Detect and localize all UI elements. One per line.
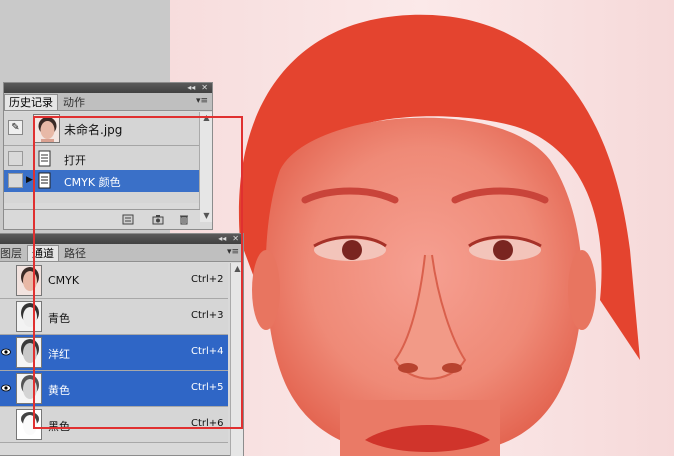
tab-history[interactable]: 历史记录 xyxy=(4,94,58,110)
history-scrollbar[interactable]: ▲ ▼ xyxy=(199,112,212,222)
tab-paths[interactable]: 路径 xyxy=(59,245,91,261)
channel-shortcut: Ctrl+2 xyxy=(191,274,224,285)
channel-thumbnail xyxy=(16,301,42,332)
history-state-label: 打开 xyxy=(64,154,86,167)
collapse-icon[interactable]: ◂◂ xyxy=(218,234,226,244)
history-state-checkbox[interactable] xyxy=(8,151,23,166)
close-icon[interactable]: ✕ xyxy=(232,234,239,244)
photoshop-window: ◂◂ ✕ 历史记录 动作 ▾≡ ✎ 未命名.jpg 打开 ▶ CMYK 颜色 ▲… xyxy=(0,0,674,456)
channel-shortcut: Ctrl+6 xyxy=(191,418,224,429)
close-icon[interactable]: ✕ xyxy=(201,83,208,93)
history-document-icon xyxy=(38,150,51,167)
channel-shortcut: Ctrl+5 xyxy=(191,382,224,393)
channel-name: 青色 xyxy=(48,312,70,325)
history-snapshot[interactable]: ✎ 未命名.jpg xyxy=(4,112,200,146)
scroll-down-icon[interactable]: ▼ xyxy=(200,210,213,222)
history-state-cmyk[interactable]: ▶ CMYK 颜色 xyxy=(4,170,200,192)
new-document-from-state-icon[interactable] xyxy=(122,214,134,225)
channels-list: CMYK Ctrl+2 青色 Ctrl+3 洋红 Ctrl+4 黄色 Ctrl+… xyxy=(0,263,228,456)
channel-row-yellow[interactable]: 黄色 Ctrl+5 xyxy=(0,371,228,407)
current-state-marker-icon: ▶ xyxy=(26,175,33,185)
channel-shortcut: Ctrl+3 xyxy=(191,310,224,321)
visibility-toggle[interactable] xyxy=(1,418,11,430)
eye-icon[interactable] xyxy=(1,382,11,394)
history-state-open[interactable]: 打开 xyxy=(4,148,200,170)
panel-menu-icon[interactable]: ▾≡ xyxy=(196,95,208,107)
channel-row-cyan[interactable]: 青色 Ctrl+3 xyxy=(0,299,228,335)
portrait-image xyxy=(238,14,640,456)
history-panel: ◂◂ ✕ 历史记录 动作 ▾≡ ✎ 未命名.jpg 打开 ▶ CMYK 颜色 ▲… xyxy=(3,82,213,230)
panel-menu-icon[interactable]: ▾≡ xyxy=(227,246,239,258)
scroll-up-icon[interactable]: ▲ xyxy=(200,112,213,124)
channel-shortcut: Ctrl+4 xyxy=(191,346,224,357)
panel-titlebar: ◂◂ ✕ xyxy=(4,83,212,93)
history-brush-source-icon[interactable]: ✎ xyxy=(8,120,23,135)
channel-name: 洋红 xyxy=(48,348,70,361)
snapshot-thumbnail xyxy=(33,114,60,143)
history-state-checkbox[interactable] xyxy=(8,173,23,188)
create-snapshot-icon[interactable] xyxy=(152,214,164,225)
channel-name: 黄色 xyxy=(48,384,70,397)
snapshot-name: 未命名.jpg xyxy=(64,123,123,137)
tab-channels[interactable]: 通道 xyxy=(27,245,59,261)
channels-tabbar: 图层 通道 路径 ▾≡ xyxy=(0,244,243,262)
visibility-toggle[interactable] xyxy=(1,274,11,286)
history-state-label: CMYK 颜色 xyxy=(64,176,121,189)
tab-actions[interactable]: 动作 xyxy=(58,94,90,110)
channel-row-black[interactable]: 黑色 Ctrl+6 xyxy=(0,407,228,443)
document-canvas[interactable] xyxy=(170,0,674,456)
channel-thumbnail xyxy=(16,265,42,296)
channel-thumbnail xyxy=(16,409,42,440)
channel-name: 黑色 xyxy=(48,420,70,433)
history-list: ✎ 未命名.jpg 打开 ▶ CMYK 颜色 xyxy=(4,112,200,203)
eye-icon[interactable] xyxy=(1,346,11,358)
history-document-icon xyxy=(38,172,51,189)
tab-layers[interactable]: 图层 xyxy=(0,245,27,261)
collapse-icon[interactable]: ◂◂ xyxy=(187,83,195,93)
visibility-toggle[interactable] xyxy=(1,310,11,322)
panel-titlebar: ◂◂ ✕ xyxy=(0,234,243,244)
trash-icon[interactable] xyxy=(178,214,190,225)
channel-name: CMYK xyxy=(48,274,80,287)
history-tabbar: 历史记录 动作 ▾≡ xyxy=(4,93,212,111)
channel-thumbnail xyxy=(16,337,42,368)
scroll-up-icon[interactable]: ▲ xyxy=(231,263,244,275)
history-footer xyxy=(4,209,200,229)
channels-scrollbar[interactable]: ▲ xyxy=(230,263,243,456)
channel-row-magenta[interactable]: 洋红 Ctrl+4 xyxy=(0,335,228,371)
channel-thumbnail xyxy=(16,373,42,404)
channels-panel: ◂◂ ✕ 图层 通道 路径 ▾≡ CMYK Ctrl+2 青色 Ctrl+3 洋… xyxy=(0,233,244,456)
channel-row-cmyk[interactable]: CMYK Ctrl+2 xyxy=(0,263,228,299)
